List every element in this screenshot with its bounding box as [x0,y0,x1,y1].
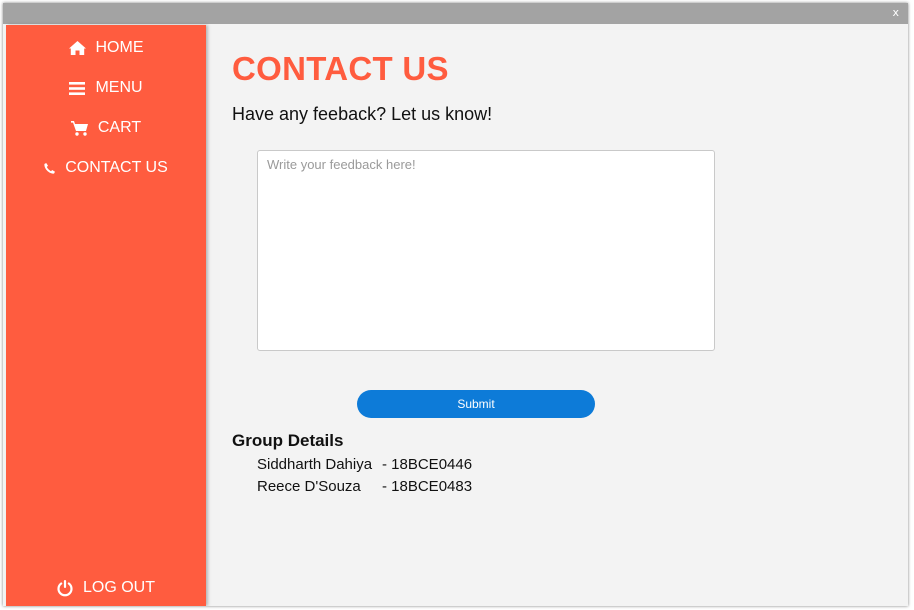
title-bar: x [3,3,908,24]
page-title: CONTACT US [232,50,449,87]
sidebar-item-home[interactable]: HOME [6,33,206,63]
member-name: Reece D'Souza [257,478,361,495]
group-details-heading: Group Details [232,431,344,450]
menu-icon [69,81,86,95]
sidebar-item-label: CONTACT US [65,159,168,176]
sidebar-item-contact-us[interactable]: CONTACT US [6,153,206,183]
member-id: - 18BCE0483 [382,478,473,495]
cart-icon [70,120,88,136]
member-id: - 18BCE0446 [382,456,473,473]
sidebar: HOME MENU CART CONTACT US LOG OUT [6,25,206,606]
home-icon [68,41,86,55]
phone-icon [44,162,56,174]
sidebar-item-label: MENU [95,79,143,96]
logout-label: LOG OUT [82,579,155,596]
sidebar-item-label: HOME [95,39,144,56]
submit-button[interactable]: Submit [357,390,595,418]
feedback-textarea[interactable] [257,150,715,351]
close-button[interactable]: x [892,6,899,19]
power-icon [57,579,73,597]
sidebar-item-menu[interactable]: MENU [6,73,206,103]
sidebar-item-label: CART [97,119,142,136]
sidebar-item-cart[interactable]: CART [6,113,206,143]
app-window: x HOME MENU CART CONTACT US LOG OUT CONT… [3,3,908,606]
main-content: CONTACT US Have any feeback? Let us know… [206,25,908,606]
member-name: Siddharth Dahiya [257,456,373,473]
page-subtitle: Have any feeback? Let us know! [232,104,493,124]
member-row: Siddharth Dahiya - 18BCE0446 [257,456,472,473]
logout-button[interactable]: LOG OUT [6,573,206,603]
member-row: Reece D'Souza - 18BCE0483 [257,478,472,495]
